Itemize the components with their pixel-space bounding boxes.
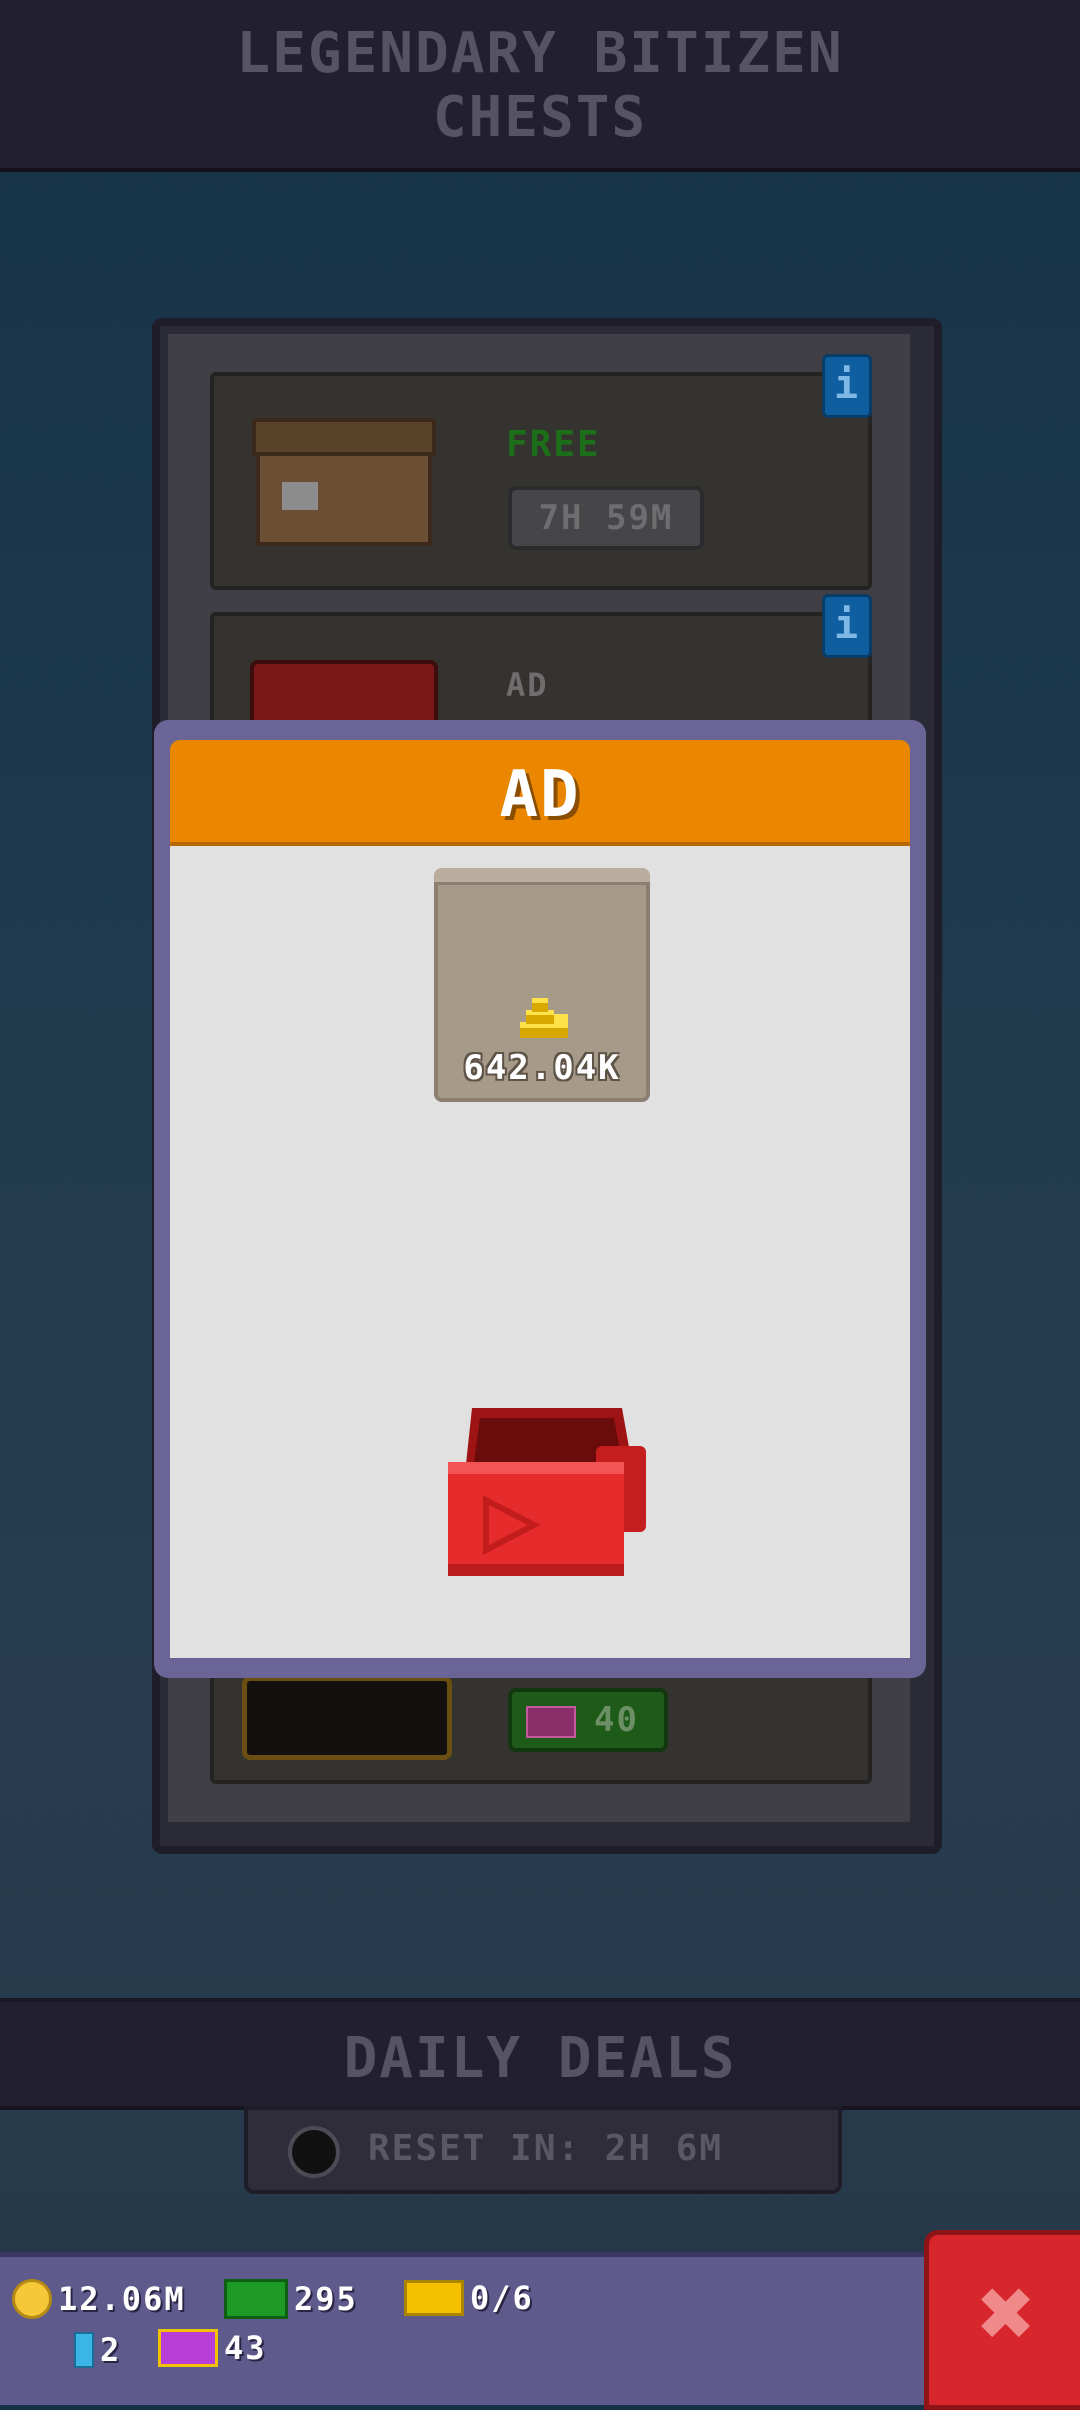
wooden-crate-icon: [252, 418, 436, 546]
golden-ticket-icon: [526, 1706, 576, 1738]
reset-timer: RESET IN: 2H 6M: [244, 2106, 842, 2194]
premium-chest-price-button[interactable]: 40: [508, 1688, 668, 1752]
top-header: LEGENDARY BITIZEN CHESTS: [0, 0, 1080, 172]
currency-bar[interactable]: 12.06M 295 0/6 2 43: [0, 2252, 924, 2405]
coins-value: 12.06M: [58, 2280, 186, 2318]
premium-chest-price: 40: [594, 1700, 639, 1740]
clock-icon: [288, 2126, 340, 2178]
reset-timer-text: RESET IN: 2H 6M: [368, 2128, 724, 2169]
golden-tickets-counter: 43: [158, 2329, 267, 2367]
bux-icon: [224, 2279, 288, 2319]
page-title: LEGENDARY BITIZEN CHESTS: [236, 21, 844, 150]
ad-chest-row[interactable]: AD: [210, 612, 872, 738]
close-x-icon: ✖: [978, 2257, 1036, 2369]
black-gold-chest-icon: [242, 1676, 452, 1760]
bux-value: 295: [294, 2280, 358, 2318]
tickets-counter: 0/6: [404, 2279, 534, 2317]
gem-icon: [74, 2332, 94, 2368]
coin-icon: [12, 2279, 52, 2319]
reward-card: 642.04K: [434, 868, 650, 1102]
close-button[interactable]: ✖: [924, 2230, 1080, 2410]
bux-counter: 295: [224, 2279, 358, 2319]
premium-chest-row[interactable]: 40: [210, 1660, 872, 1784]
red-play-chest-icon[interactable]: [446, 1404, 650, 1580]
coin-stack-icon: [520, 998, 568, 1038]
daily-deals-title: DAILY DEALS: [343, 2026, 737, 2091]
free-chest-timer: 7H 59M: [508, 486, 704, 550]
coins-counter: 12.06M: [12, 2279, 186, 2319]
tickets-value: 0/6: [470, 2279, 534, 2317]
modal-title: AD: [499, 758, 581, 832]
golden-ticket-icon: [158, 2329, 218, 2367]
free-label: FREE: [506, 424, 601, 465]
gems-value: 2: [100, 2331, 122, 2369]
daily-deals-header: DAILY DEALS: [0, 1998, 1080, 2110]
modal-header: AD: [170, 740, 910, 846]
info-icon[interactable]: i: [822, 354, 872, 418]
ad-label: AD: [506, 666, 549, 704]
gems-counter: 2: [74, 2331, 121, 2369]
free-chest-row[interactable]: FREE 7H 59M: [210, 372, 872, 590]
reward-amount: 642.04K: [463, 1048, 621, 1088]
info-icon[interactable]: i: [822, 594, 872, 658]
ticket-icon: [404, 2280, 464, 2316]
golden-tickets-value: 43: [224, 2329, 267, 2367]
